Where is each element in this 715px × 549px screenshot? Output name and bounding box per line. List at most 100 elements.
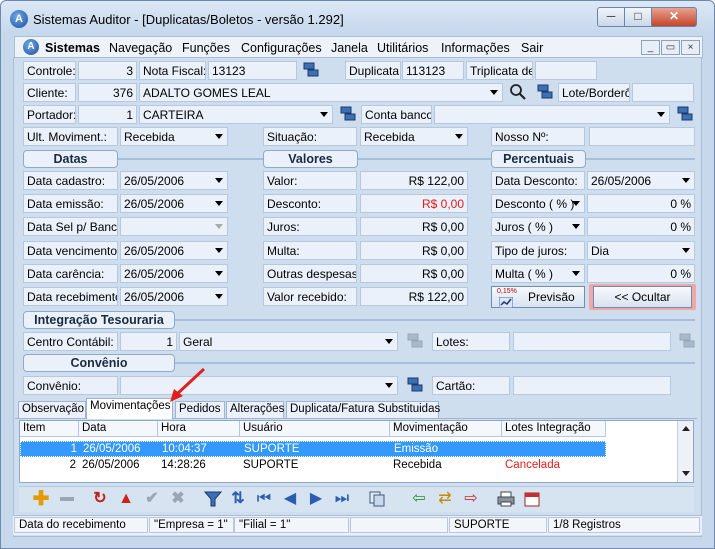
export-icon[interactable]: ⇨ xyxy=(462,490,480,508)
close-button[interactable]: ✕ xyxy=(651,7,697,27)
juros-field[interactable]: R$ 0,00 xyxy=(360,217,468,236)
col-header-lotes[interactable]: Lotes Integração xyxy=(502,421,606,437)
portador-select[interactable]: CARTEIRA xyxy=(139,105,333,124)
menu-utilitarios[interactable]: Utilitários xyxy=(377,41,428,55)
cliente-code-field[interactable]: 376 xyxy=(78,83,137,102)
cell-hora: 14:28:26 xyxy=(161,459,206,471)
nota-search-icon[interactable] xyxy=(303,62,319,78)
logo-icon: A xyxy=(23,39,39,55)
first-record-icon[interactable]: ⏮ xyxy=(255,490,273,508)
minimize-button[interactable]: ─ xyxy=(597,7,625,27)
transfer-icon[interactable]: ⇄ xyxy=(436,490,454,508)
lotes-lookup-icon[interactable] xyxy=(679,333,695,349)
valor-recebido-field[interactable]: R$ 122,00 xyxy=(360,287,468,306)
situacao-value: Recebida xyxy=(364,130,415,144)
menu-configuracoes[interactable]: Configurações xyxy=(241,41,322,55)
juros-pct-field[interactable]: 0 % xyxy=(587,217,695,236)
nota-fiscal-field[interactable]: 13123 xyxy=(208,61,297,80)
menu-navegacao[interactable]: Navegação xyxy=(109,41,172,55)
vertical-scrollbar[interactable] xyxy=(677,421,693,482)
col-header-movimentacao[interactable]: Movimentação xyxy=(390,421,502,437)
menu-funcoes[interactable]: Funções xyxy=(182,41,230,55)
sort-icon[interactable]: ⇅ xyxy=(229,490,247,508)
cartao-field[interactable] xyxy=(513,376,671,395)
table-row[interactable]: 2 26/05/2006 14:28:26 SUPORTE Recebida C… xyxy=(20,458,606,474)
data-cadastro-field[interactable]: 26/05/2006 xyxy=(120,171,228,190)
menu-janela[interactable]: Janela xyxy=(331,41,368,55)
confirm-icon[interactable]: ✔ xyxy=(143,490,161,508)
centro-lookup-icon[interactable] xyxy=(407,333,423,349)
search-icon[interactable] xyxy=(509,83,527,101)
menu-informacoes[interactable]: Informações xyxy=(441,41,510,55)
copy-icon[interactable] xyxy=(368,490,386,508)
cancel-icon[interactable]: ✖ xyxy=(169,490,187,508)
remove-icon[interactable] xyxy=(58,490,76,508)
desconto-pct-select[interactable]: Desconto ( % ) xyxy=(491,194,585,213)
convenio-select[interactable] xyxy=(120,376,398,395)
tab-duplicata-substituidas[interactable]: Duplicata/Fatura Substituidas xyxy=(286,401,440,418)
cliente-select[interactable]: ADALTO GOMES LEAL xyxy=(139,83,503,102)
multa-pct-field[interactable]: 0 % xyxy=(587,264,695,283)
valor-field[interactable]: R$ 122,00 xyxy=(360,171,468,190)
tab-alteracoes[interactable]: Alterações xyxy=(226,401,284,418)
ult-moviment-select[interactable]: Recebida xyxy=(120,127,228,146)
controle-field[interactable]: 3 xyxy=(78,61,137,80)
situacao-select[interactable]: Recebida xyxy=(360,127,468,146)
mdi-minimize-button[interactable]: _ xyxy=(641,40,660,55)
centro-contabil-code[interactable]: 1 xyxy=(120,332,177,351)
import-icon[interactable]: ⇦ xyxy=(410,490,428,508)
portador-lookup-icon[interactable] xyxy=(340,106,356,122)
outras-despesas-field[interactable]: R$ 0,00 xyxy=(360,264,468,283)
triplicata-field[interactable] xyxy=(535,61,597,80)
conta-lookup-icon[interactable] xyxy=(677,106,693,122)
portador-code-field[interactable]: 1 xyxy=(78,105,137,124)
previsao-button[interactable]: 0,15% Previsão xyxy=(491,286,585,309)
next-record-icon[interactable]: ▶ xyxy=(307,490,325,508)
col-header-item[interactable]: Item xyxy=(20,421,79,437)
prev-record-icon[interactable]: ◀ xyxy=(281,490,299,508)
maximize-button[interactable]: □ xyxy=(624,7,652,27)
desconto-field[interactable]: R$ 0,00 xyxy=(360,194,468,213)
col-header-hora[interactable]: Hora xyxy=(158,421,240,437)
data-sel-banco-field[interactable] xyxy=(120,217,228,236)
data-emissao-field[interactable]: 26/05/2006 xyxy=(120,194,228,213)
tab-movimentacoes[interactable]: Movimentações xyxy=(86,398,173,419)
convenio-lookup-icon[interactable] xyxy=(407,377,423,393)
centro-contabil-select[interactable]: Geral xyxy=(179,332,398,351)
juros-pct-select[interactable]: Juros ( % ) xyxy=(491,217,585,236)
cliente-lookup-icon[interactable] xyxy=(537,84,553,100)
lote-bordero-field[interactable] xyxy=(632,83,694,102)
scroll-up-icon[interactable] xyxy=(682,426,690,431)
warning-icon[interactable]: ▲ xyxy=(117,490,135,508)
valor-recebido-label: Valor recebido: xyxy=(263,287,357,306)
mdi-restore-button[interactable]: ▭ xyxy=(661,40,680,55)
mdi-close-button[interactable]: × xyxy=(681,40,700,55)
tab-observacao[interactable]: Observação xyxy=(18,401,86,418)
data-vencimento-field[interactable]: 26/05/2006 xyxy=(120,241,228,260)
duplicata-field[interactable]: 113123 xyxy=(402,61,464,80)
menu-sistemas[interactable]: Sistemas xyxy=(45,41,100,55)
scroll-down-icon[interactable] xyxy=(682,471,690,476)
table-row[interactable]: 1 26/05/2006 10:04:37 SUPORTE Emissão xyxy=(20,441,606,457)
col-header-usuario[interactable]: Usuário xyxy=(240,421,390,437)
multa-pct-select[interactable]: Multa ( % ) xyxy=(491,264,585,283)
last-record-icon[interactable]: ⏭ xyxy=(333,490,351,508)
add-icon[interactable]: ✚ xyxy=(32,489,50,509)
calendar-icon[interactable] xyxy=(523,490,541,508)
multa-field[interactable]: R$ 0,00 xyxy=(360,241,468,260)
data-desconto-field[interactable]: 26/05/2006 xyxy=(587,171,695,190)
tipo-juros-select[interactable]: Dia xyxy=(587,241,695,260)
menu-sair[interactable]: Sair xyxy=(521,41,543,55)
refresh-icon[interactable]: ↻ xyxy=(91,490,109,508)
desconto-pct-field[interactable]: 0 % xyxy=(587,194,695,213)
convenio-label: Convênio: xyxy=(23,376,118,395)
nosso-numero-field[interactable] xyxy=(589,127,695,146)
lotes-field[interactable] xyxy=(513,332,671,351)
data-recebimento-field[interactable]: 26/05/2006 xyxy=(120,287,228,306)
conta-banco-select[interactable] xyxy=(434,105,670,124)
filter-icon[interactable] xyxy=(203,490,223,508)
ocultar-button[interactable]: << Ocultar xyxy=(593,286,692,308)
data-carencia-field[interactable]: 26/05/2006 xyxy=(120,264,228,283)
print-icon[interactable] xyxy=(497,490,515,508)
col-header-data[interactable]: Data xyxy=(79,421,158,437)
